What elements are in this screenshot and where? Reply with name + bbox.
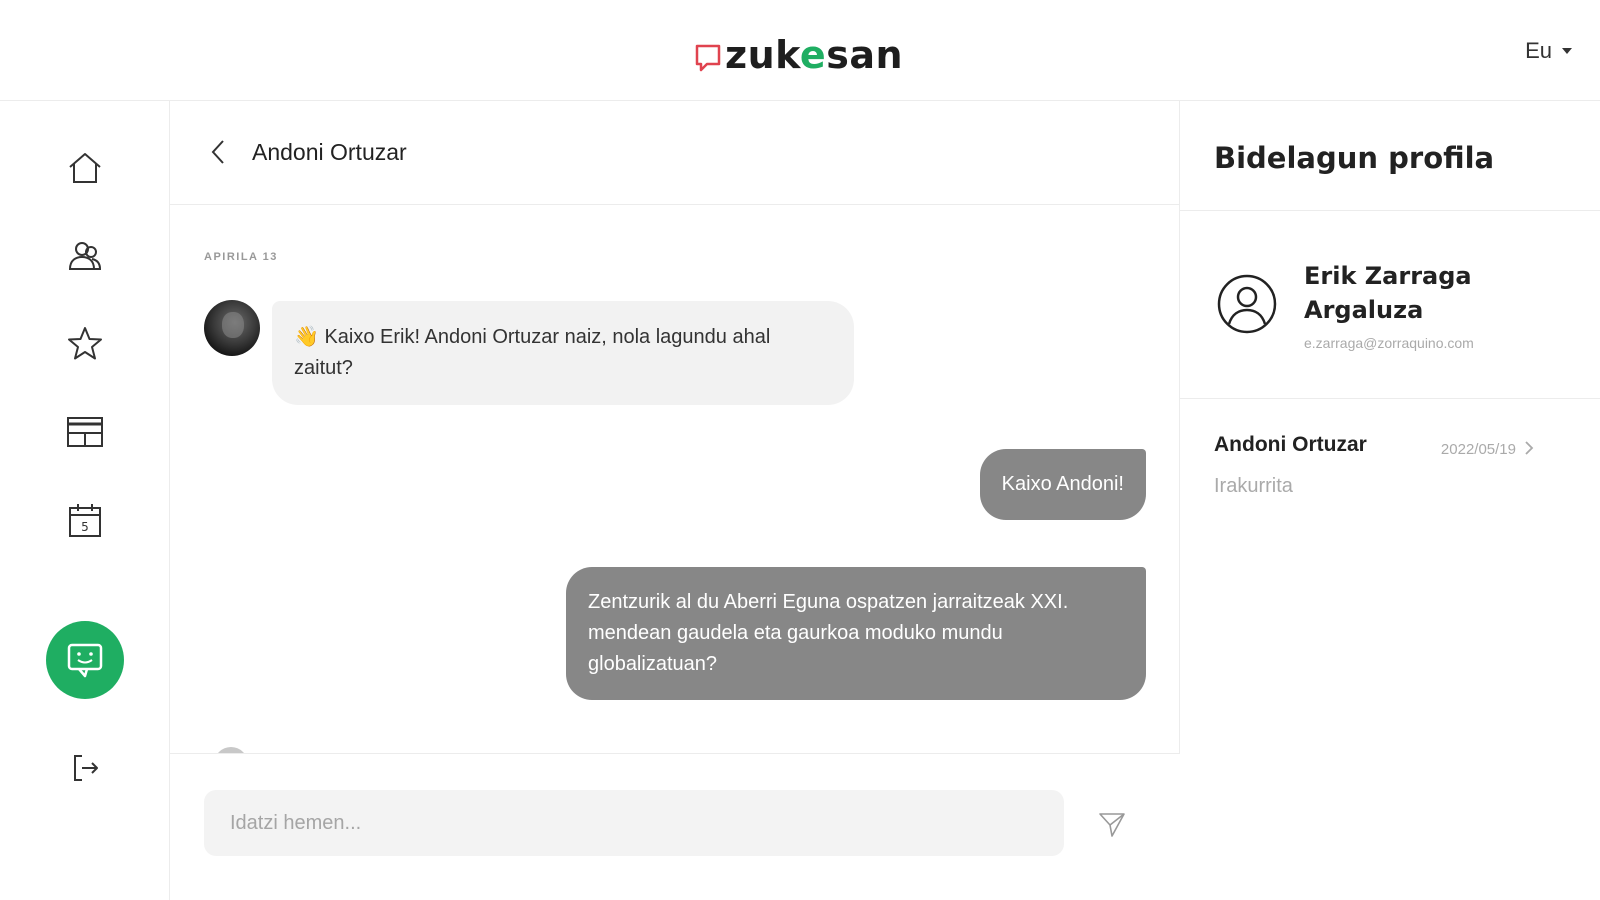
home-icon [69,153,101,183]
back-button[interactable] [204,135,232,169]
app-logo[interactable]: zukesan [695,30,903,74]
nav-calendar[interactable]: 5 [62,497,108,543]
speech-bubble-logo-icon [695,44,723,74]
logout-icon [74,755,98,781]
conversation-name: Andoni Ortuzar [1214,433,1367,456]
message-input[interactable] [204,790,1064,856]
star-icon [68,327,102,360]
profile-name: Erik Zarraga Argaluza [1304,262,1472,324]
outgoing-message: Kaixo Andoni! [979,449,1146,520]
message-list[interactable]: APIRILA 13 👋 Kaixo Erik! Andoni Ortuzar … [170,205,1180,753]
chevron-left-icon [211,140,224,164]
caret-down-icon [1562,48,1572,54]
message-composer [170,753,1180,900]
nav-board[interactable] [62,409,108,455]
language-selector[interactable]: Eu [1525,38,1572,64]
conversation-item[interactable]: Andoni Ortuzar 2022/05/19 Irakurrita [1180,399,1600,519]
users-icon [68,242,102,270]
nav-favorites[interactable] [62,321,108,367]
logo-wordmark: zukesan [725,33,904,77]
top-bar: zukesan Eu [0,0,1600,101]
send-button[interactable] [1096,808,1128,840]
logout-button[interactable] [62,745,108,791]
companion-profile-panel: Bidelagun profila Erik Zarraga Argaluza … [1180,101,1600,900]
send-icon [1099,813,1125,837]
outgoing-message: Zentzurik al du Aberri Eguna ospatzen ja… [566,567,1146,700]
nav-chat[interactable] [46,621,124,699]
chat-title: Andoni Ortuzar [252,139,407,165]
chevron-right-icon [1525,441,1534,455]
profile-card: Erik Zarraga Argaluza e.zarraga@zorraqui… [1180,211,1600,399]
date-separator: APIRILA 13 [204,251,278,263]
board-icon [67,417,103,447]
profile-header: Bidelagun profila [1180,101,1600,211]
svg-text:5: 5 [81,520,89,534]
user-circle-icon [1217,274,1277,334]
chat-header: Andoni Ortuzar [170,101,1180,205]
avatar [204,300,260,356]
calendar-icon: 5 [69,504,101,537]
chat-icon [67,643,103,678]
nav-community[interactable] [62,233,108,279]
language-label: Eu [1525,38,1552,63]
incoming-message: 👋 Kaixo Erik! Andoni Ortuzar naiz, nola … [272,301,854,405]
nav-home[interactable] [62,145,108,191]
profile-email: e.zarraga@zorraquino.com [1304,335,1474,351]
chat-panel: Andoni Ortuzar APIRILA 13 👋 Kaixo Erik! … [170,101,1180,900]
profile-title: Bidelagun profila [1214,141,1495,175]
sidebar-nav: 5 [0,101,170,900]
conversation-date: 2022/05/19 [1440,441,1516,458]
conversation-status: Irakurrita [1214,475,1293,497]
